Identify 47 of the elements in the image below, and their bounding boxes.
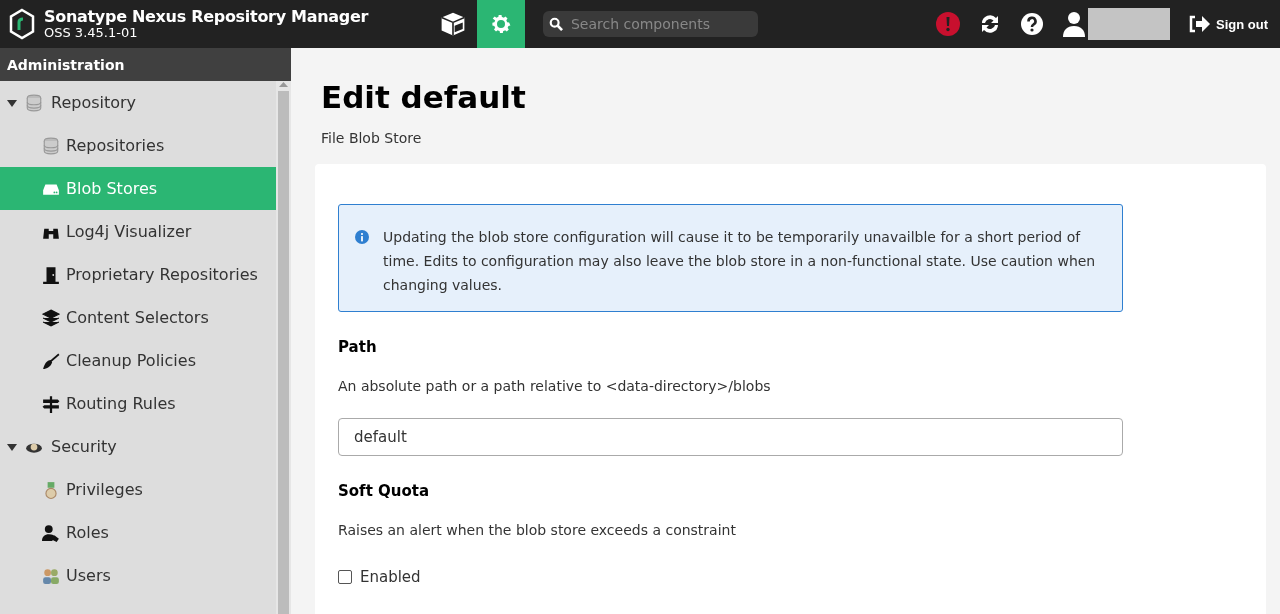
tree-item[interactable]: Privileges	[0, 468, 276, 511]
user-icon[interactable]	[1062, 11, 1086, 37]
field-label: Path	[338, 338, 378, 356]
field-help-text: Raises an alert when the blob store exceeds a constraint	[338, 522, 737, 538]
user-tag-icon	[42, 523, 60, 542]
caret-icon	[7, 97, 17, 108]
page-title: Edit default	[321, 78, 527, 116]
signpost-icon	[42, 394, 60, 413]
checkbox-label[interactable]: Enabled	[360, 568, 421, 586]
search-icon	[549, 17, 563, 31]
sign-out-button[interactable]: Sign out	[1188, 15, 1268, 33]
sign-out-icon	[1188, 15, 1210, 33]
tree-item[interactable]: Repository	[0, 81, 276, 124]
tree-item[interactable]: Cleanup Policies	[0, 339, 276, 382]
sidebar-header: Administration	[0, 48, 291, 81]
tree-item[interactable]: Proprietary Repositories	[0, 253, 276, 296]
tree-item[interactable]: Security	[0, 425, 276, 468]
help-icon[interactable]	[1020, 12, 1044, 36]
alert-icon[interactable]	[936, 12, 960, 36]
caret-icon	[7, 441, 17, 452]
notice-text: Updating the blob store configuration will cause it to be temporarily unavailble for a short period of time. Edits to configuration may also leave the blob store in a non-functional state. Use caution when changing values.	[383, 228, 1097, 295]
page-subtitle: File Blob Store	[321, 130, 423, 146]
field-label: Soft Quota	[338, 482, 431, 500]
layers-icon	[42, 308, 60, 327]
info-icon	[355, 230, 369, 244]
settings-icon	[489, 12, 513, 36]
version-text: OSS 3.45.1-01	[44, 26, 139, 40]
path-input-field[interactable]: default	[338, 418, 1123, 456]
scrollbar[interactable]	[276, 81, 291, 614]
search-field[interactable]: Search components	[543, 11, 758, 37]
database-icon	[25, 93, 43, 112]
cube-icon	[440, 11, 466, 37]
field-help-text: An absolute path or a path relative to <data-directory>/blobs	[338, 378, 772, 394]
tree-item[interactable]: Users	[0, 554, 276, 597]
database-icon	[42, 136, 60, 155]
tree-item[interactable]: Log4j Visualizer	[0, 210, 276, 253]
users-icon	[42, 566, 60, 585]
tree-item[interactable]: Routing Rules	[0, 382, 276, 425]
tree-item[interactable]: Roles	[0, 511, 276, 554]
tree-item[interactable]: Content Selectors	[0, 296, 276, 339]
tree-item[interactable]: Repositories	[0, 124, 276, 167]
door-icon	[42, 265, 60, 284]
medal-icon	[42, 480, 60, 499]
app-title: Sonatype Nexus Repository Manager	[44, 8, 370, 26]
hexagon-logo-icon	[8, 8, 36, 40]
checkbox[interactable]	[338, 570, 352, 584]
broom-icon	[42, 351, 60, 370]
